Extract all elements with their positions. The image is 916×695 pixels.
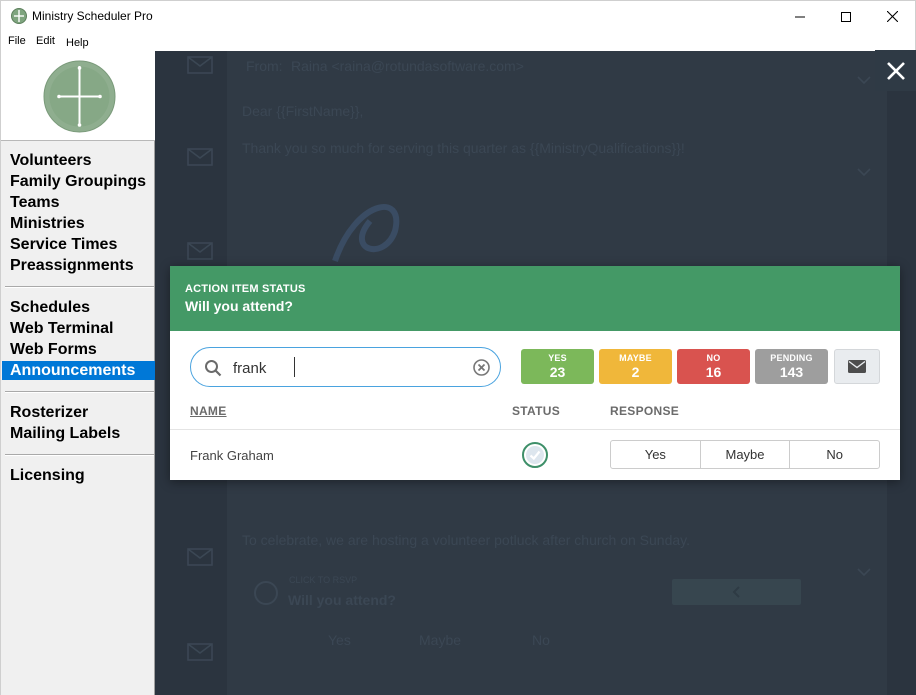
envelope-icon: [187, 643, 213, 661]
count-label: MAYBE: [619, 353, 652, 363]
count-value: 143: [779, 364, 804, 380]
window-close-button[interactable]: [869, 1, 915, 32]
pending-count-filter[interactable]: PENDING 143: [755, 349, 828, 384]
thanks-text: Thank you so much for serving this quart…: [242, 140, 685, 156]
rsvp-checkbox: [254, 581, 278, 605]
envelope-icon: [187, 148, 213, 166]
response-maybe-button[interactable]: Maybe: [701, 441, 791, 468]
sidebar-item-teams[interactable]: Teams: [2, 193, 155, 212]
menu-help[interactable]: Help: [66, 37, 89, 49]
check-circle-icon: [522, 442, 548, 468]
table-row-name: Frank Graham: [190, 448, 274, 463]
row-divider: [170, 429, 900, 430]
chevron-down-icon: [857, 168, 871, 177]
column-header-name[interactable]: NAME: [190, 404, 227, 418]
clock-cross-logo-icon: [43, 60, 116, 133]
dialog-title: Will you attend?: [185, 298, 293, 314]
celebrate-text: To celebrate, we are hosting a volunteer…: [242, 532, 691, 548]
response-yes-button[interactable]: Yes: [611, 441, 701, 468]
maximize-button[interactable]: [823, 1, 869, 32]
sidebar-divider: [5, 286, 154, 288]
search-icon: [205, 360, 222, 377]
from-label: From:: [246, 58, 283, 74]
yes-count-filter[interactable]: YES 23: [521, 349, 594, 384]
action-item-status-dialog: ACTION ITEM STATUS Will you attend? YES …: [170, 266, 900, 480]
column-header-response: RESPONSE: [610, 404, 680, 418]
dialog-kicker: ACTION ITEM STATUS: [185, 283, 306, 295]
from-value: Raina <raina@rotundasoftware.com>: [291, 58, 524, 74]
rsvp-option-no: No: [532, 632, 550, 648]
clear-search-icon[interactable]: [473, 359, 490, 376]
menu-bar: File Edit Help: [0, 31, 916, 51]
sidebar: Volunteers Family Groupings Teams Minist…: [0, 51, 155, 695]
sidebar-item-service-times[interactable]: Service Times: [2, 235, 155, 254]
sidebar-item-web-terminal[interactable]: Web Terminal: [2, 319, 155, 338]
sidebar-item-preassignments[interactable]: Preassignments: [2, 256, 155, 275]
rsvp-title: Will you attend?: [288, 592, 396, 608]
count-value: 23: [549, 364, 566, 380]
email-button[interactable]: [834, 349, 880, 384]
search-box[interactable]: [190, 347, 501, 387]
menu-edit[interactable]: Edit: [36, 35, 55, 47]
maximize-icon: [841, 11, 851, 22]
envelope-icon: [187, 242, 213, 260]
overlay-close-button[interactable]: [875, 50, 916, 91]
sidebar-item-family-groupings[interactable]: Family Groupings: [2, 172, 155, 191]
close-icon: [886, 61, 905, 80]
rsvp-option-maybe: Maybe: [419, 632, 462, 648]
chevron-down-icon: [857, 568, 871, 577]
logo-area: [1, 51, 155, 141]
response-no-button[interactable]: No: [790, 441, 879, 468]
text-caret: [294, 357, 295, 377]
response-button-group: Yes Maybe No: [610, 440, 880, 469]
no-count-filter[interactable]: NO 16: [677, 349, 750, 384]
rsvp-option-yes: Yes: [328, 632, 351, 648]
sidebar-item-mailing-labels[interactable]: Mailing Labels: [2, 424, 155, 443]
sidebar-item-announcements[interactable]: Announcements: [2, 361, 155, 380]
sidebar-divider: [5, 454, 154, 456]
sidebar-item-schedules[interactable]: Schedules: [2, 298, 155, 317]
chevron-left-icon: [732, 586, 740, 598]
decorative-script-image: [332, 204, 400, 262]
search-input[interactable]: [233, 357, 453, 379]
column-header-status: STATUS: [512, 404, 561, 418]
sidebar-item-rosterizer[interactable]: Rosterizer: [2, 403, 155, 422]
envelope-icon: [187, 548, 213, 566]
count-label: NO: [706, 353, 721, 363]
app-logo-icon: [11, 8, 27, 24]
count-label: PENDING: [770, 353, 813, 363]
rsvp-kicker: CLICK TO RSVP: [289, 575, 358, 585]
chevron-down-icon: [857, 76, 871, 85]
maybe-count-filter[interactable]: MAYBE 2: [599, 349, 672, 384]
rsvp-summary-button: [672, 579, 801, 605]
greeting-text: Dear {{FirstName}},: [242, 103, 364, 119]
envelope-icon: [848, 360, 866, 373]
sidebar-divider: [5, 391, 154, 393]
title-bar: Ministry Scheduler Pro: [0, 0, 916, 31]
sidebar-item-licensing[interactable]: Licensing: [2, 466, 155, 485]
menu-file[interactable]: File: [8, 35, 26, 47]
count-label: YES: [548, 353, 567, 363]
count-value: 2: [631, 364, 640, 380]
count-value: 16: [705, 364, 722, 380]
close-icon: [886, 11, 898, 22]
envelope-icon: [187, 56, 213, 74]
dialog-header: ACTION ITEM STATUS Will you attend?: [170, 266, 900, 331]
sidebar-item-ministries[interactable]: Ministries: [2, 214, 155, 233]
minimize-icon: [795, 16, 805, 17]
minimize-button[interactable]: [777, 1, 823, 32]
sidebar-item-volunteers[interactable]: Volunteers: [2, 151, 155, 170]
sidebar-item-web-forms[interactable]: Web Forms: [2, 340, 155, 359]
window-title: Ministry Scheduler Pro: [32, 9, 153, 23]
